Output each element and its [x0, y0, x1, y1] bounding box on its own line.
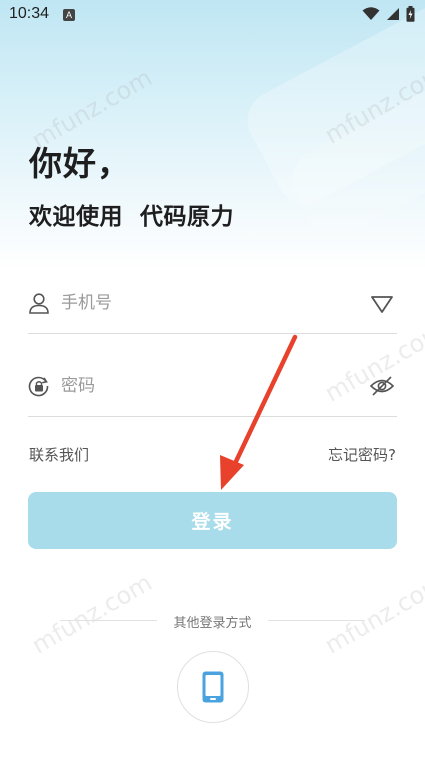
status-icons — [362, 6, 415, 22]
notification-icon: A — [63, 9, 75, 21]
other-login-divider: 其他登录方式 — [0, 612, 425, 631]
eye-hidden-icon[interactable] — [369, 373, 395, 399]
status-time: 10:34 — [9, 5, 50, 22]
dropdown-triangle-icon[interactable] — [369, 290, 395, 316]
password-field — [28, 364, 397, 417]
login-button[interactable]: 登录 — [28, 492, 397, 549]
greeting-title: 你好， — [29, 144, 131, 183]
divider-line — [268, 620, 365, 621]
lock-rotate-icon — [28, 376, 49, 397]
status-bar: 10:34 A — [0, 0, 425, 30]
welcome-subtitle: 欢迎使用 代码原力 — [29, 204, 235, 230]
password-input[interactable] — [61, 370, 351, 402]
user-icon — [29, 293, 49, 314]
bottom-bar — [0, 745, 425, 757]
wifi-icon — [362, 7, 380, 20]
phone-icon — [202, 671, 224, 703]
forgot-password-link[interactable]: 忘记密码? — [328, 444, 396, 465]
other-login-label: 其他登录方式 — [173, 616, 252, 631]
battery-icon — [406, 6, 415, 22]
login-screen: 10:34 A mfunz.com mfunz.com mfunz.com mf… — [0, 0, 425, 757]
phone-input[interactable] — [61, 287, 351, 319]
phone-login-button[interactable] — [177, 651, 249, 723]
contact-us-link[interactable]: 联系我们 — [29, 444, 89, 465]
signal-icon — [387, 8, 399, 20]
phone-field — [28, 281, 397, 334]
